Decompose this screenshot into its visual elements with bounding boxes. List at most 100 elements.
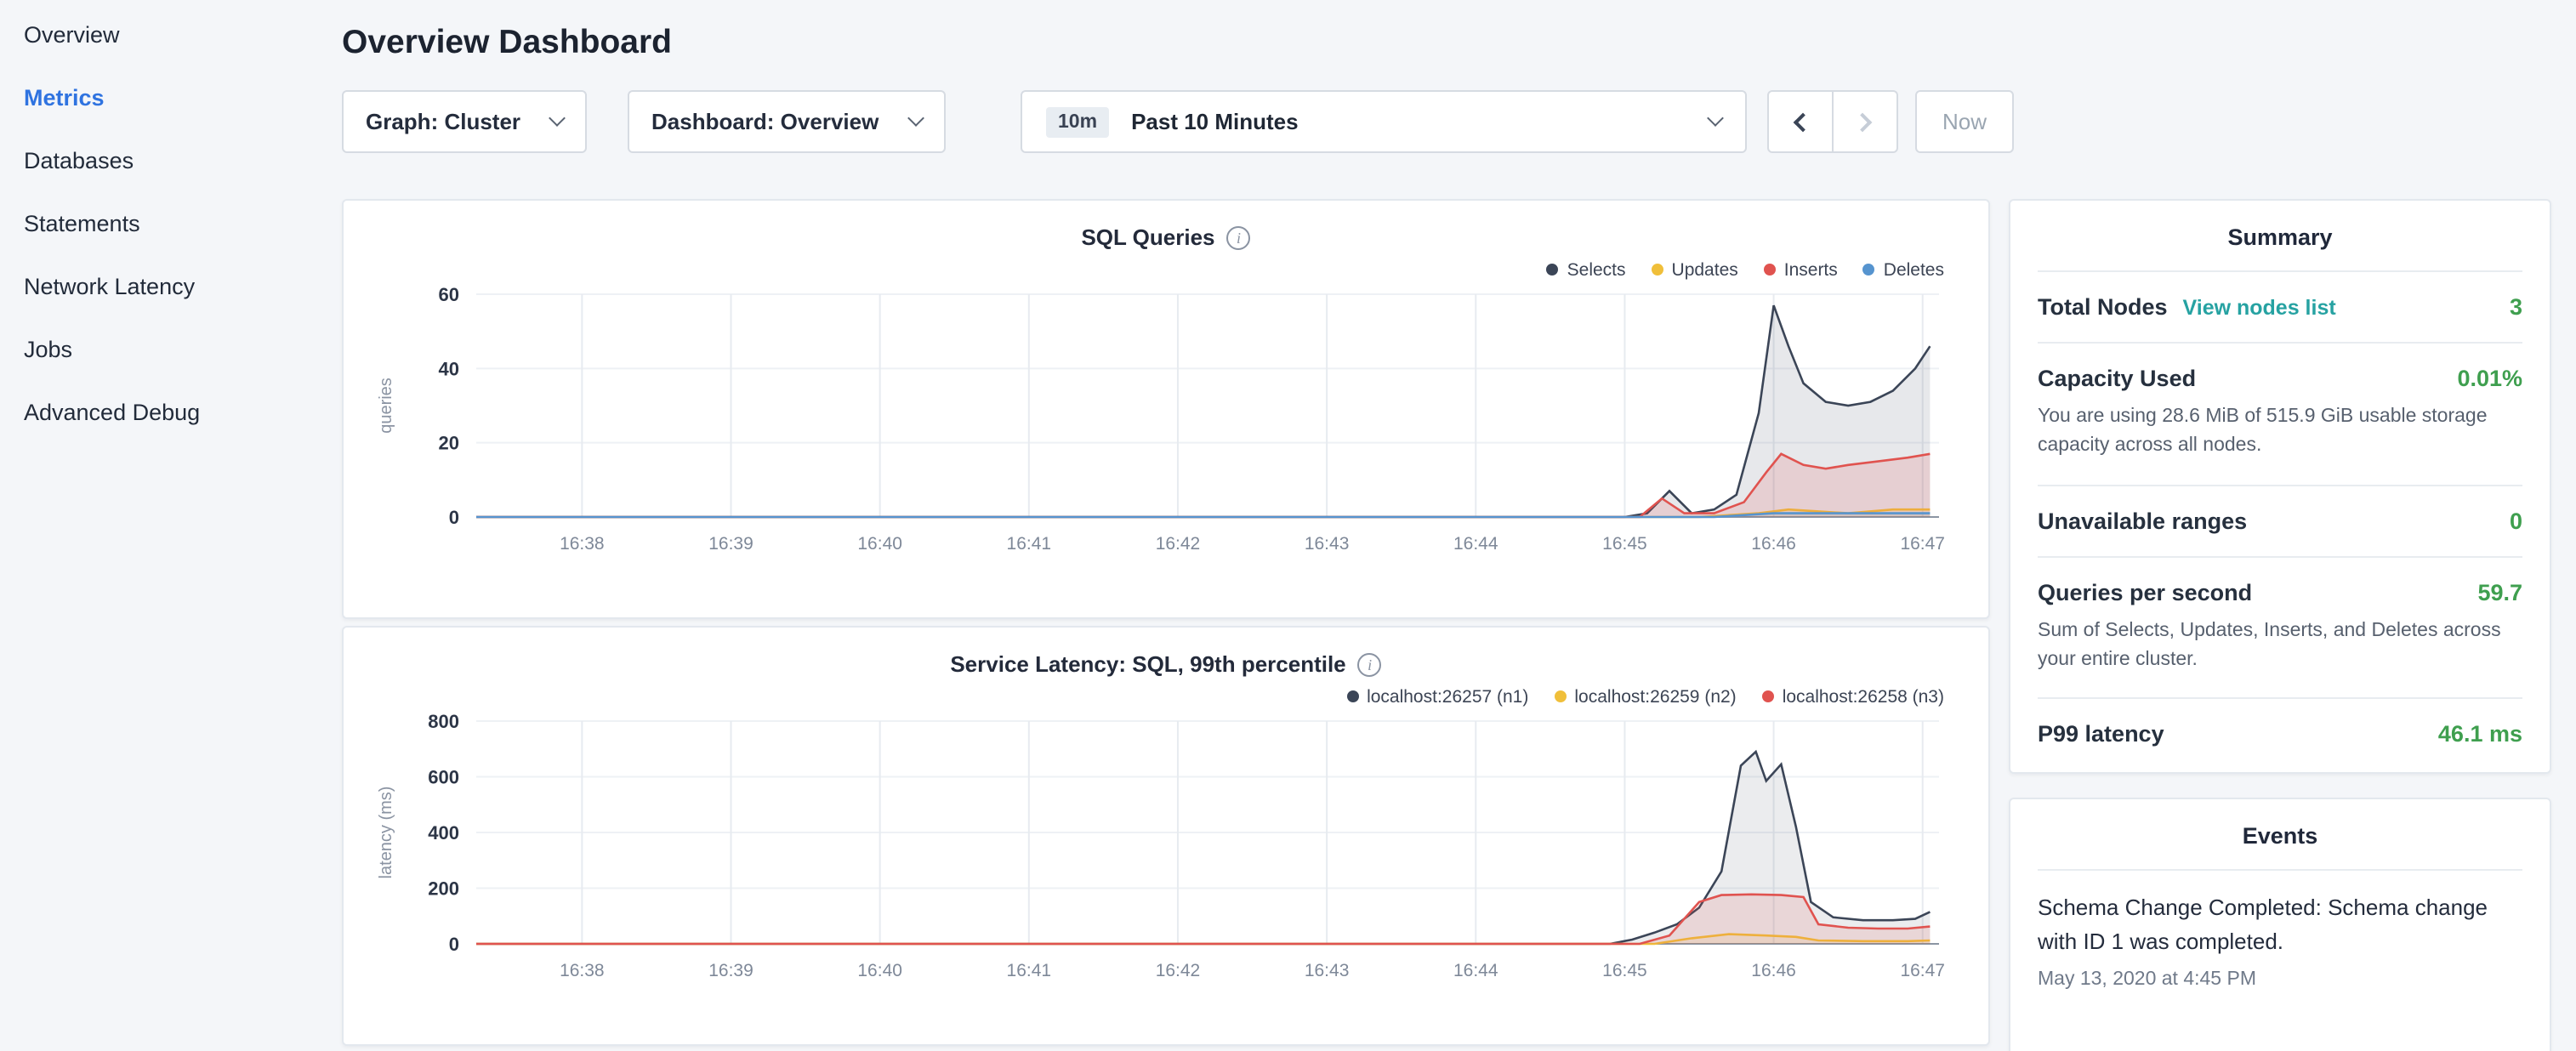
time-step-buttons <box>1767 90 1898 153</box>
sidebar-item-network-latency[interactable]: Network Latency <box>24 255 316 318</box>
right-column: Summary Total Nodes View nodes list 3 Capac… <box>2009 199 2551 1051</box>
chart-legend: Selects Updates Inserts Deletes <box>344 258 1944 281</box>
series-area <box>476 305 1930 517</box>
svg-text:16:40: 16:40 <box>857 961 902 980</box>
svg-text:16:40: 16:40 <box>857 534 902 554</box>
series-line <box>476 305 1930 517</box>
legend-dot-icon <box>1652 264 1663 276</box>
svg-text:40: 40 <box>439 358 459 379</box>
sidebar-item-databases[interactable]: Databases <box>24 129 316 192</box>
event-timestamp: May 13, 2020 at 4:45 PM <box>2038 970 2522 991</box>
svg-text:20: 20 <box>439 433 459 454</box>
chart-card-service-latency: Service Latency: SQL, 99th percentile i … <box>342 626 1990 1046</box>
chart-plot: 020406016:3816:3916:4016:4116:4216:4316:… <box>364 284 1971 566</box>
time-back-button[interactable] <box>1767 90 1834 153</box>
chevron-left-icon <box>1794 112 1813 132</box>
chart-title: SQL Queries <box>1081 224 1214 250</box>
sidebar-item-statements[interactable]: Statements <box>24 192 316 255</box>
svg-text:16:44: 16:44 <box>1453 961 1498 980</box>
graph-dropdown[interactable]: Graph: Cluster <box>342 90 587 153</box>
legend-item[interactable]: Updates <box>1652 258 1738 281</box>
legend-item[interactable]: localhost:26259 (n2) <box>1554 685 1736 707</box>
chart-title: Service Latency: SQL, 99th percentile <box>950 651 1345 677</box>
app-root: OverviewMetricsDatabasesStatementsNetwor… <box>0 0 2576 1051</box>
svg-text:0: 0 <box>449 934 459 955</box>
chart-plot: 020040060080016:3816:3916:4016:4116:4216… <box>364 711 1971 993</box>
chevron-down-icon <box>907 110 924 127</box>
chart-svg-slot: 020040060080016:3816:3916:4016:4116:4216… <box>364 711 1988 1002</box>
legend-item[interactable]: Deletes <box>1863 258 1944 281</box>
summary-card: Summary Total Nodes View nodes list 3 Capac… <box>2009 199 2551 774</box>
summary-row-label: Queries per second <box>2038 579 2252 605</box>
summary-row-value: 0.01% <box>2457 366 2522 391</box>
svg-text:16:46: 16:46 <box>1751 534 1796 554</box>
summary-row: Unavailable ranges 0 <box>2038 484 2522 555</box>
series-area <box>476 895 1930 944</box>
event-item[interactable]: Schema Change Completed: Schema change w… <box>2038 869 2522 991</box>
summary-row: Queries per second59.7Sum of Selects, Up… <box>2038 555 2522 697</box>
legend-item[interactable]: Selects <box>1547 258 1626 281</box>
summary-row-value: 59.7 <box>2477 579 2522 605</box>
chevron-right-icon <box>1853 112 1873 132</box>
sidebar-item-advanced-debug[interactable]: Advanced Debug <box>24 381 316 444</box>
svg-text:600: 600 <box>428 767 459 788</box>
legend-dot-icon <box>1764 264 1776 276</box>
sidebar-item-overview[interactable]: Overview <box>24 3 316 66</box>
series-line <box>476 454 1930 517</box>
page-title: Overview Dashboard <box>342 24 2551 63</box>
svg-text:16:45: 16:45 <box>1602 534 1647 554</box>
summary-row-label: Unavailable ranges <box>2038 508 2247 533</box>
svg-text:16:39: 16:39 <box>708 534 753 554</box>
summary-row-label: Total Nodes <box>2038 294 2168 320</box>
svg-text:800: 800 <box>428 711 459 732</box>
chart-legend: localhost:26257 (n1) localhost:26259 (n2)… <box>344 685 1944 707</box>
events-list: Schema Change Completed: Schema change w… <box>2038 869 2522 991</box>
view-nodes-link[interactable]: View nodes list <box>2183 296 2336 320</box>
time-forward-button[interactable] <box>1832 90 1898 153</box>
summary-row-value: 3 <box>2510 294 2522 320</box>
main-content: Overview Dashboard Graph: Cluster Dashbo… <box>316 0 2576 1051</box>
info-icon[interactable]: i <box>1358 652 1382 676</box>
info-icon[interactable]: i <box>1227 225 1251 249</box>
svg-text:latency (ms): latency (ms) <box>377 787 395 879</box>
legend-item[interactable]: Inserts <box>1764 258 1838 281</box>
summary-row: Capacity Used 0.01% You are using 28.6 MiB… <box>2038 342 2522 484</box>
chart-svg-slot: 020406016:3816:3916:4016:4116:4216:4316:… <box>364 284 1988 575</box>
legend-dot-icon <box>1863 264 1875 276</box>
toolbar: Graph: Cluster Dashboard: Overview 10m P… <box>342 90 2551 153</box>
events-title: Events <box>2038 799 2522 869</box>
summary-row-subtext: You are using 28.6 MiB of 515.9 GiB usab… <box>2038 403 2522 462</box>
svg-text:16:43: 16:43 <box>1305 961 1350 980</box>
svg-text:16:46: 16:46 <box>1751 961 1796 980</box>
svg-text:16:38: 16:38 <box>560 534 605 554</box>
svg-text:16:42: 16:42 <box>1156 534 1201 554</box>
time-range-select[interactable]: 10m Past 10 Minutes <box>1021 90 1747 153</box>
graph-dropdown-label: Graph: Cluster <box>366 109 520 134</box>
svg-text:16:47: 16:47 <box>1900 961 1945 980</box>
svg-text:16:41: 16:41 <box>1007 534 1052 554</box>
now-button[interactable]: Now <box>1915 90 2014 153</box>
sidebar-item-jobs[interactable]: Jobs <box>24 318 316 381</box>
summary-title: Summary <box>2038 201 2522 270</box>
svg-text:queries: queries <box>377 378 395 434</box>
legend-dot-icon <box>1547 264 1559 276</box>
dashboard-dropdown[interactable]: Dashboard: Overview <box>628 90 946 153</box>
dashboard-dropdown-label: Dashboard: Overview <box>651 109 879 134</box>
chevron-down-icon <box>549 110 566 127</box>
series-area <box>476 454 1930 517</box>
legend-item[interactable]: localhost:26257 (n1) <box>1346 685 1528 707</box>
legend-dot-icon <box>1762 690 1774 702</box>
chevron-down-icon <box>1707 110 1724 127</box>
sidebar-nav: OverviewMetricsDatabasesStatementsNetwor… <box>0 0 316 1051</box>
svg-text:0: 0 <box>449 507 459 528</box>
sidebar-item-metrics[interactable]: Metrics <box>24 66 316 129</box>
event-text: Schema Change Completed: Schema change w… <box>2038 891 2522 960</box>
legend-item[interactable]: localhost:26258 (n3) <box>1762 685 1944 707</box>
summary-row-value: 0 <box>2510 508 2522 533</box>
events-card: Events Schema Change Completed: Schema c… <box>2009 798 2551 1051</box>
summary-row-label: Capacity Used <box>2038 366 2196 391</box>
svg-text:60: 60 <box>439 284 459 305</box>
svg-text:16:41: 16:41 <box>1007 961 1052 980</box>
dashboard-body: SQL Queries i Selects Updates Inserts Delet… <box>342 199 2551 1051</box>
time-range-badge: 10m <box>1046 106 1109 137</box>
